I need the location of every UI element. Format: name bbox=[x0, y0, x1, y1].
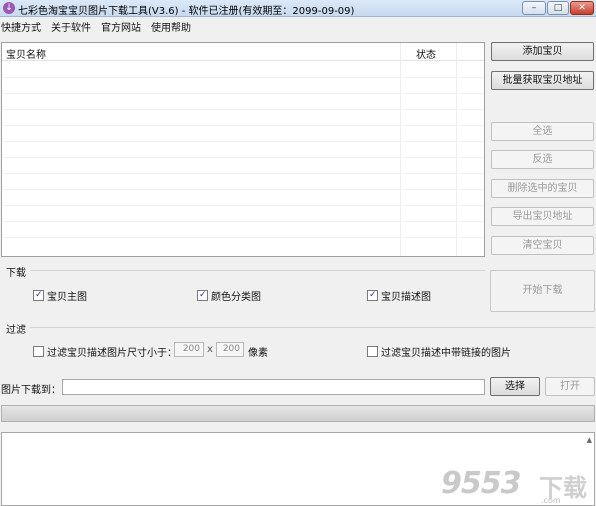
menu-bar: 快捷方式 关于软件 官方网站 使用帮助 bbox=[0, 17, 596, 34]
row-divider bbox=[2, 173, 484, 174]
option-main-image[interactable]: 宝贝主图 bbox=[33, 288, 87, 303]
start-download-button[interactable]: 开始下载 bbox=[490, 270, 595, 312]
min-width-input[interactable]: 200 bbox=[174, 342, 204, 357]
row-divider bbox=[2, 237, 484, 238]
row-divider bbox=[2, 157, 484, 158]
option-filter-size[interactable]: 过滤宝贝描述图片尺寸小于： bbox=[33, 344, 177, 359]
save-path-input[interactable] bbox=[62, 379, 485, 395]
filter-size-label: 过滤宝贝描述图片尺寸小于： bbox=[47, 348, 177, 359]
watermark-domain: .com bbox=[541, 496, 561, 505]
pixel-unit-label: 像素 bbox=[248, 348, 268, 359]
option-main-image-label: 宝贝主图 bbox=[47, 292, 87, 303]
minimize-button[interactable]: – bbox=[522, 1, 546, 15]
checkbox-description-image[interactable] bbox=[367, 290, 378, 301]
close-button[interactable]: ✕ bbox=[570, 1, 594, 15]
option-color-image-label: 颜色分类图 bbox=[211, 292, 261, 303]
group-divider bbox=[30, 327, 595, 328]
watermark-number: 9553 bbox=[441, 466, 521, 501]
row-divider bbox=[2, 77, 484, 78]
app-icon: ↓ bbox=[3, 2, 15, 14]
column-header-status[interactable]: 状态 bbox=[416, 46, 436, 61]
row-divider bbox=[2, 221, 484, 222]
column-divider bbox=[456, 43, 457, 256]
window-title: 七彩色淘宝宝贝图片下载工具(V3.6) - 软件已注册(有效期至：2099-09… bbox=[18, 6, 355, 17]
open-folder-button[interactable]: 打开 bbox=[545, 377, 595, 396]
group-divider bbox=[30, 270, 485, 271]
choose-folder-button[interactable]: 选择 bbox=[490, 377, 540, 396]
batch-fetch-button[interactable]: 批量获取宝贝地址 bbox=[491, 71, 594, 90]
times-sign: x bbox=[207, 344, 213, 355]
add-item-button[interactable]: 添加宝贝 bbox=[491, 42, 594, 61]
row-divider bbox=[2, 109, 484, 110]
filter-linked-label: 过滤宝贝描述中带链接的图片 bbox=[381, 348, 511, 359]
delete-selected-button[interactable]: 删除选中的宝贝 bbox=[491, 179, 594, 198]
row-divider bbox=[2, 189, 484, 190]
option-description-image[interactable]: 宝贝描述图 bbox=[367, 288, 431, 303]
option-description-image-label: 宝贝描述图 bbox=[381, 292, 431, 303]
select-all-button[interactable]: 全选 bbox=[491, 122, 594, 141]
checkbox-filter-size[interactable] bbox=[33, 346, 44, 357]
min-height-input[interactable]: 200 bbox=[216, 342, 244, 357]
checkbox-color-image[interactable] bbox=[197, 290, 208, 301]
checkbox-filter-linked[interactable] bbox=[367, 346, 378, 357]
menu-website[interactable]: 官方网站 bbox=[101, 19, 141, 34]
scroll-up-icon[interactable]: ▲ bbox=[587, 436, 592, 444]
menu-shortcut[interactable]: 快捷方式 bbox=[1, 19, 41, 34]
column-divider bbox=[400, 43, 401, 256]
item-list[interactable]: 宝贝名称 状态 bbox=[1, 42, 485, 257]
option-filter-linked[interactable]: 过滤宝贝描述中带链接的图片 bbox=[367, 344, 511, 359]
row-divider bbox=[2, 93, 484, 94]
menu-help[interactable]: 使用帮助 bbox=[151, 19, 191, 34]
filter-group-label: 过滤 bbox=[6, 325, 26, 336]
title-bar: ↓ 七彩色淘宝宝贝图片下载工具(V3.6) - 软件已注册(有效期至：2099-… bbox=[0, 0, 596, 17]
maximize-button[interactable]: □ bbox=[547, 1, 569, 15]
row-divider bbox=[2, 141, 484, 142]
checkbox-main-image[interactable] bbox=[33, 290, 44, 301]
clear-items-button[interactable]: 清空宝贝 bbox=[491, 236, 594, 255]
row-divider bbox=[2, 205, 484, 206]
download-progress-bar bbox=[1, 405, 595, 422]
invert-selection-button[interactable]: 反选 bbox=[491, 150, 594, 169]
save-path-label: 图片下载到： bbox=[1, 385, 61, 396]
watermark-logo: 9553 下载 .com bbox=[441, 466, 591, 506]
list-header: 宝贝名称 状态 bbox=[2, 43, 484, 61]
option-color-image[interactable]: 颜色分类图 bbox=[197, 288, 261, 303]
export-addresses-button[interactable]: 导出宝贝地址 bbox=[491, 207, 594, 226]
row-divider bbox=[2, 125, 484, 126]
column-header-name[interactable]: 宝贝名称 bbox=[6, 46, 46, 61]
download-group-label: 下载 bbox=[6, 268, 26, 279]
menu-about[interactable]: 关于软件 bbox=[51, 19, 91, 34]
